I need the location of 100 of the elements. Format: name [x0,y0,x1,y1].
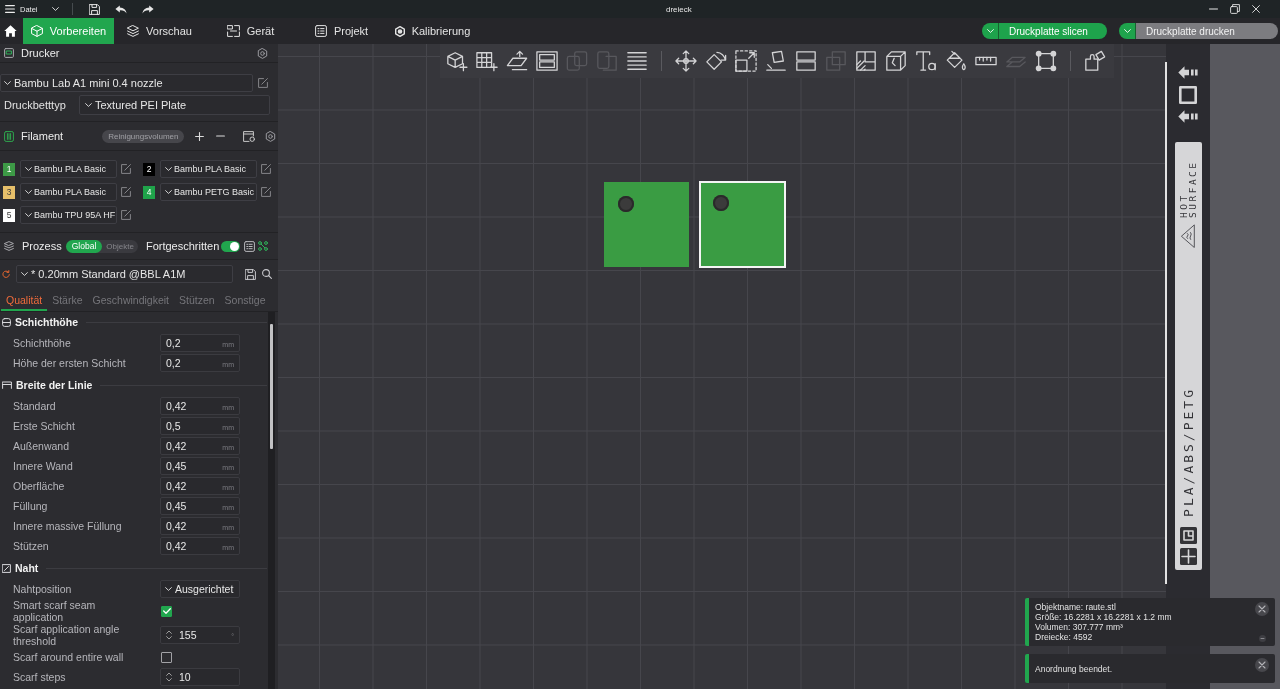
filament-dropdown[interactable]: Bambu PETG Basic [160,183,257,201]
setting-label: Scarf application angle threshold [13,623,121,647]
settings-icon[interactable] [257,47,268,59]
square-icon[interactable] [1179,86,1197,104]
filament-color-badge[interactable]: 1 [3,162,15,176]
filament-color-badge[interactable]: 5 [3,208,15,222]
main-tab[interactable]: Kalibrierung [387,18,478,44]
filament-icon [4,130,14,142]
setting-label: Innere massive Füllung [13,520,123,532]
arrow-bars-icon[interactable] [1178,110,1198,123]
notification-text: Dreiecke: 4592 [1035,632,1094,642]
device-icon [226,25,240,37]
filament-dropdown[interactable]: Bambu PLA Basic [20,183,117,201]
spinner-arrows-icon[interactable] [166,672,172,682]
split-caret-button[interactable] [982,23,999,39]
edit-icon[interactable] [261,187,271,197]
filament-color-badge[interactable]: 2 [143,162,155,176]
group-title: Schichthöhe [15,316,78,328]
flush-volume-button[interactable]: Reinigungsvolumen [102,129,185,143]
seam-icon [2,563,11,573]
caret-icon [51,7,59,11]
search-icon[interactable] [262,269,272,279]
caret-icon [21,272,28,276]
text-icon[interactable] [915,50,937,72]
split-caret-button[interactable] [1119,23,1136,39]
cube-icon[interactable] [885,50,907,72]
setting-label: Smart scarf seam application [13,599,97,623]
reset-icon[interactable] [2,270,10,278]
checkmark-icon [162,608,171,614]
redo-icon[interactable] [141,4,154,14]
arrow-bars-icon[interactable] [1178,66,1198,79]
filament-color-badge[interactable]: 3 [3,185,15,199]
caret-icon [4,81,11,85]
settings-icon[interactable] [265,130,277,142]
list-icon [314,25,327,37]
toggle-switch[interactable] [221,240,241,252]
square-part[interactable] [699,181,786,268]
stacked-lines-icon[interactable] [626,50,648,72]
list-icon[interactable] [244,240,256,252]
caret-icon [25,167,32,171]
corner-handles-icon[interactable] [1035,50,1057,72]
close-icon[interactable] [1255,658,1269,672]
box-refresh-icon[interactable] [243,130,256,142]
setting-label: Standard [13,400,57,412]
edit-icon[interactable] [121,164,131,174]
section-title: Drucker [21,47,60,59]
setting-label: Stützen [13,540,50,552]
close-icon[interactable] [1252,5,1260,13]
setting-label: Außenwand [13,440,71,452]
scale-icon[interactable] [735,50,757,72]
dropdown[interactable]: Ausgerichtet [160,580,240,598]
main-tab[interactable]: Gerät [205,18,296,44]
printer-dropdown[interactable]: Bambu Lab A1 mini 0.4 nozzle [0,74,253,92]
plus-icon[interactable] [195,131,205,141]
minus-icon[interactable] [216,135,226,137]
close-icon[interactable] [1255,602,1269,616]
setting-label: Erste Schicht [13,420,76,432]
hatched-corner-icon[interactable] [855,50,877,72]
spinner-arrows-icon[interactable] [166,630,172,640]
caret-icon [1123,29,1131,33]
notification-text: Objektname: raute.stl [1035,602,1117,612]
process-preset-dropdown[interactable]: * 0.20mm Standard @BBL A1M [16,265,233,283]
advanced-label: Fortgeschritten [145,240,220,252]
frame-boxes-icon[interactable] [536,50,558,72]
edit-icon[interactable] [121,187,131,197]
undo-icon[interactable] [114,4,127,14]
setting-label: Füllung [13,500,49,512]
cube-plus-icon[interactable] [446,50,468,72]
tilted-plane-icon[interactable] [506,50,528,72]
checkbox[interactable] [161,605,172,617]
nodes-icon[interactable] [258,241,269,251]
filament-dropdown[interactable]: Bambu TPU 95A HF [20,206,117,224]
paint-bucket-icon[interactable] [945,50,967,72]
restore-icon[interactable] [1230,4,1240,14]
scrollbar-thumb[interactable] [270,324,273,449]
collapse-icon[interactable] [1258,635,1266,642]
main-tab[interactable]: Vorschau [114,18,205,44]
filament-dropdown[interactable]: Bambu PLA Basic [20,160,117,178]
cube-icon [30,25,43,37]
field-label: Druckbetttyp [3,99,67,111]
move-icon[interactable] [675,50,697,72]
save-icon[interactable] [245,268,256,280]
warning-label: HOT SURFACE [1179,159,1197,218]
edit-icon[interactable] [121,210,131,220]
rotate-icon[interactable] [705,50,727,72]
home-icon[interactable] [4,25,17,37]
filament-dropdown[interactable]: Bambu PLA Basic [160,160,257,178]
puzzle-icon[interactable] [1084,50,1106,72]
bed-type-dropdown[interactable]: Textured PEI Plate [79,95,270,115]
split-rectangles-icon[interactable] [795,50,817,72]
checkbox[interactable] [161,651,172,663]
spinner-field[interactable]: 10 [160,668,240,686]
edit-icon[interactable] [258,78,268,88]
menu-icon [5,5,15,13]
edit-icon[interactable] [261,164,271,174]
save-icon[interactable] [88,3,100,15]
grid-plus-icon[interactable] [476,50,498,72]
settings-tab[interactable]: Qualität [1,288,48,311]
main-tab[interactable]: Projekt [296,18,387,44]
caret-icon [85,103,92,107]
